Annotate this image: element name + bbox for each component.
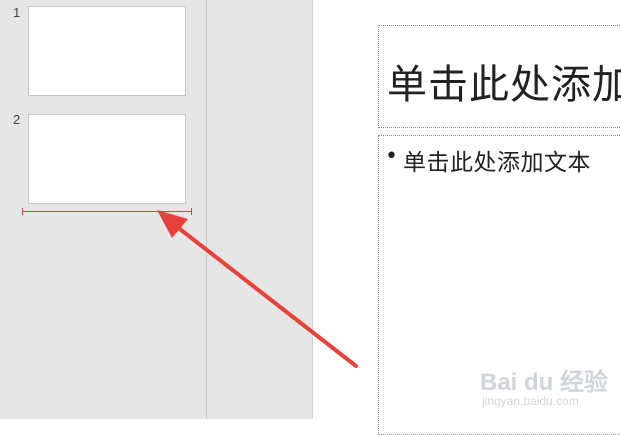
slide-thumbnail-pane: 1 2 bbox=[0, 0, 207, 419]
slide-number-2: 2 bbox=[13, 112, 21, 127]
insertion-line-left-cap bbox=[22, 208, 23, 215]
slide-thumbnail-1[interactable] bbox=[28, 6, 186, 96]
title-placeholder[interactable]: 单击此处添加 bbox=[378, 25, 621, 128]
slide-thumbnail-2[interactable] bbox=[28, 114, 186, 204]
bullet-point: • bbox=[385, 144, 398, 169]
body-placeholder-text: 单击此处添加文本 bbox=[403, 150, 591, 176]
insertion-line bbox=[22, 211, 192, 212]
watermark-url: jingyan.baidu.com bbox=[482, 394, 579, 408]
slide-number-1: 1 bbox=[13, 5, 21, 20]
insertion-line-right-cap bbox=[191, 208, 192, 215]
editor-gray-margin bbox=[207, 0, 313, 419]
title-placeholder-text: 单击此处添加 bbox=[387, 62, 621, 108]
watermark-logo: Bai du 经验 bbox=[480, 369, 609, 396]
baidu-jingyan-watermark: Bai du 经验 jingyan.baidu.com bbox=[480, 358, 610, 416]
